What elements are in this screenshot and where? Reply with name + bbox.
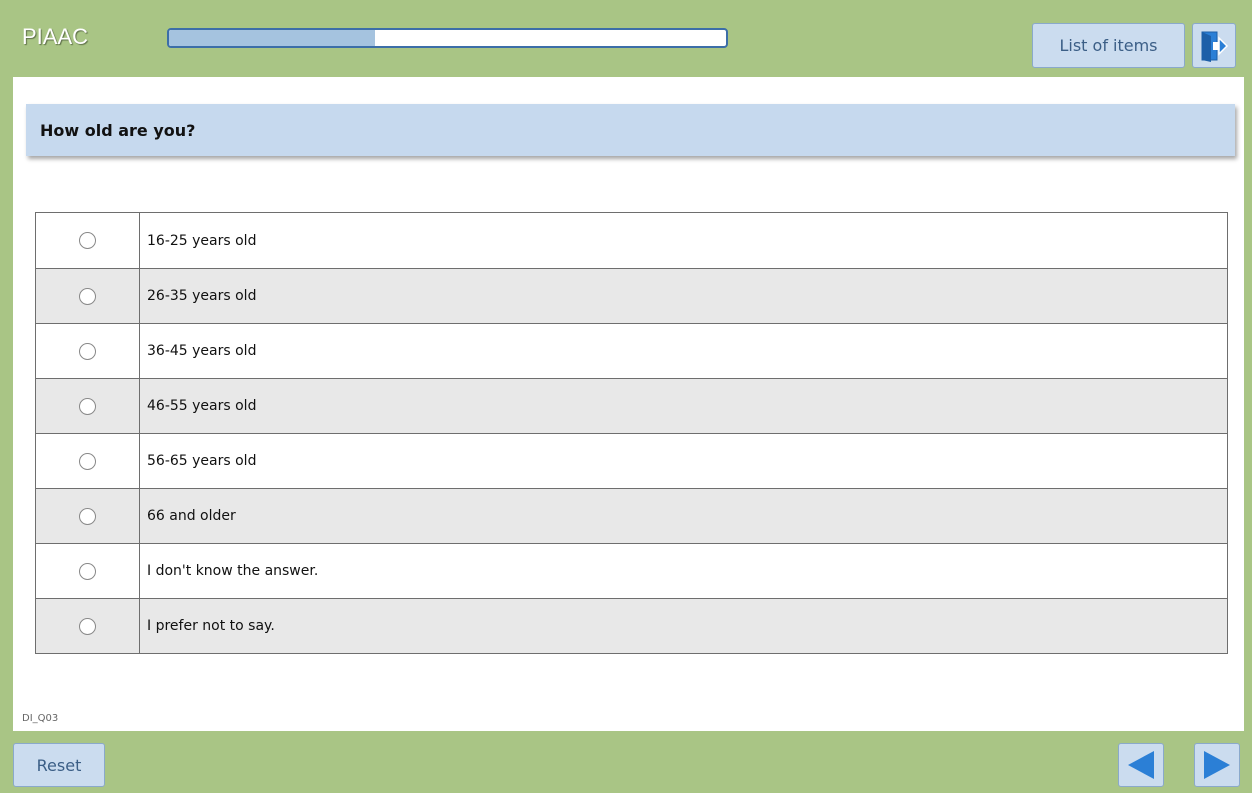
radio-button[interactable] <box>79 562 96 580</box>
radio-button[interactable] <box>79 287 96 305</box>
answer-options-table: 16-25 years old 26-35 years old 36-45 ye… <box>35 212 1228 654</box>
option-label: 26-35 years old <box>147 288 257 304</box>
progress-bar <box>167 28 728 48</box>
reset-button[interactable]: Reset <box>13 743 105 787</box>
radio-button[interactable] <box>79 507 96 525</box>
option-row[interactable]: 36-45 years old <box>36 323 1227 378</box>
radio-button[interactable] <box>79 397 96 415</box>
app-title: PIAAC <box>22 24 89 49</box>
radio-button[interactable] <box>79 452 96 470</box>
option-row[interactable]: 56-65 years old <box>36 433 1227 488</box>
radio-button[interactable] <box>79 617 96 635</box>
exit-button[interactable] <box>1192 23 1236 68</box>
arrow-right-icon <box>1204 751 1230 779</box>
previous-button[interactable] <box>1118 743 1164 787</box>
option-row[interactable]: 66 and older <box>36 488 1227 543</box>
option-label: I prefer not to say. <box>147 618 275 634</box>
option-row[interactable]: 16-25 years old <box>36 213 1227 268</box>
list-of-items-button[interactable]: List of items <box>1032 23 1185 68</box>
content-panel: How old are you? 16-25 years old 26-35 y… <box>13 77 1244 731</box>
option-label: 66 and older <box>147 508 236 524</box>
progress-fill <box>169 30 376 46</box>
option-row[interactable]: 26-35 years old <box>36 268 1227 323</box>
option-label: 56-65 years old <box>147 453 257 469</box>
option-label: I don't know the answer. <box>147 563 319 579</box>
option-row[interactable]: I prefer not to say. <box>36 598 1227 653</box>
question-title: How old are you? <box>26 104 1235 156</box>
radio-button[interactable] <box>79 232 96 249</box>
next-button[interactable] <box>1194 743 1240 787</box>
option-label: 46-55 years old <box>147 398 257 414</box>
radio-button[interactable] <box>79 342 96 360</box>
arrow-left-icon <box>1128 751 1154 779</box>
top-bar: PIAAC List of items <box>0 0 1252 77</box>
option-row[interactable]: I don't know the answer. <box>36 543 1227 598</box>
option-label: 36-45 years old <box>147 343 257 359</box>
option-row[interactable]: 46-55 years old <box>36 378 1227 433</box>
item-id-label: DI_Q03 <box>22 713 59 724</box>
exit-door-icon <box>1201 31 1229 62</box>
option-label: 16-25 years old <box>147 232 257 249</box>
